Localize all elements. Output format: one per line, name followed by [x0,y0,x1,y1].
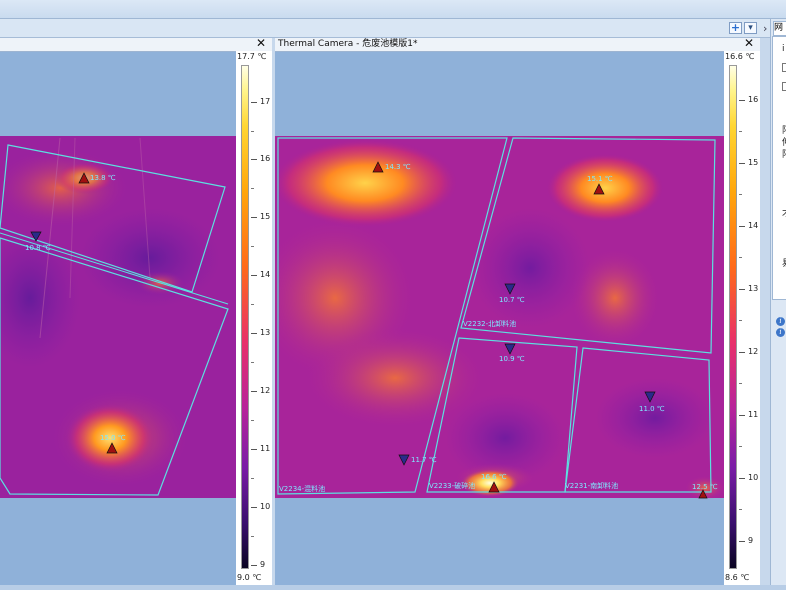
prop-char-4: 阳 [782,147,786,160]
right-tick-14: 14 [748,221,759,230]
right-coldspot-4-label: 11.7 ℃ [411,456,437,464]
right-thermal-pane: 14.3 ℃ 15.1 ℃ 16.6 ℃ 12.5 ℃ 10.7 ℃ 10.9 … [275,38,760,585]
right-thermal-image: 14.3 ℃ 15.1 ℃ 16.6 ℃ 12.5 ℃ 10.7 ℃ 10.9 … [275,136,725,500]
right-pane-title: Thermal Camera - 危废池模版1* [278,39,418,49]
prop-char-1: i [782,44,785,54]
left-pane-titlebar: ✕ [0,38,272,52]
right-hotspot-1-label: 14.3 ℃ [385,163,411,171]
left-hotspot-1-label: 13.8 ℃ [90,174,116,182]
collapse-panel-icon[interactable]: › [763,22,767,35]
left-scale-min: 9.0 ℃ [237,573,262,582]
left-temperature-scale: 17.7 ℃ 17 16 15 14 13 12 11 10 9 9.0 ℃ [236,51,272,585]
left-tick-11: 11 [260,444,271,453]
right-hotspot-2-label: 15.1 ℃ [587,175,613,183]
right-tick-13: 13 [748,284,759,293]
right-coldspot-1-label: 10.7 ℃ [499,296,525,304]
right-pane-close-button[interactable]: ✕ [744,38,754,50]
left-tick-10: 10 [260,502,271,511]
left-hotspot-2-label: 15.0 ℃ [100,434,126,442]
left-pane-close-button[interactable]: ✕ [256,38,266,50]
right-tick-16: 16 [748,95,759,104]
left-tick-12: 12 [260,386,271,395]
left-tick-9: 9 [260,560,266,569]
right-hotspot-4-label: 12.5 ℃ [692,483,718,491]
right-scale-min: 8.6 ℃ [725,573,750,582]
properties-tab-label: 网 [774,23,784,33]
left-thermal-pane: 13.8 ℃ 10.8 ℃ 15.0 ℃ ✕ 17.7 ℃ 17 16 15 1… [0,38,272,585]
left-tick-17: 17 [260,97,271,106]
chevron-down-icon: ▾ [748,23,753,33]
view-menu-button[interactable]: ▾ [744,22,757,34]
right-tick-9: 9 [748,536,754,545]
region-v2233-label: V2233-破碎池 [429,481,475,490]
right-tick-15: 15 [748,158,759,167]
right-scale-max: 16.6 ℃ [725,52,755,61]
right-tick-10: 10 [748,473,759,482]
status-bar [0,585,786,590]
properties-tab[interactable]: 网 [773,21,786,36]
prop-checkbox-2[interactable] [782,82,786,91]
info-icon-2[interactable]: i [776,328,785,337]
right-tick-12: 12 [748,347,759,356]
left-scale-max: 17.7 ℃ [237,52,267,61]
left-tick-13: 13 [260,328,271,337]
plus-icon: + [730,21,741,34]
right-hotspot-3-label: 16.6 ℃ [481,473,507,481]
region-v2231-label: V2231-南卸料池 [565,481,618,490]
left-tick-16: 16 [260,154,271,163]
add-view-button[interactable]: + [729,22,742,34]
prop-char-5: 才 [782,206,786,219]
left-thermal-image: 13.8 ℃ 10.8 ℃ 15.0 ℃ [0,136,236,498]
right-tick-11: 11 [748,410,759,419]
prop-char-6: 易 [782,256,786,269]
prop-checkbox-1[interactable] [782,63,786,72]
left-color-bar [241,65,249,569]
right-coldspot-3-label: 11.0 ℃ [639,405,665,413]
right-coldspot-2-label: 10.9 ℃ [499,355,525,363]
right-color-bar [729,65,737,569]
left-tick-14: 14 [260,270,271,279]
info-icon[interactable]: i [776,317,785,326]
region-v2234-label: V2234-混料池 [279,484,325,493]
top-toolbar [0,0,786,19]
workspace-bar: + ▾ [0,19,770,38]
region-v2232-label: V2232-北卸料池 [463,319,516,328]
left-coldspot-1-label: 10.8 ℃ [25,244,51,252]
right-pane-titlebar: Thermal Camera - 危废池模版1* ✕ [275,38,760,52]
left-tick-15: 15 [260,212,271,221]
right-temperature-scale: 16.6 ℃ 16 15 14 13 12 11 10 9 8.6 ℃ [724,51,760,585]
